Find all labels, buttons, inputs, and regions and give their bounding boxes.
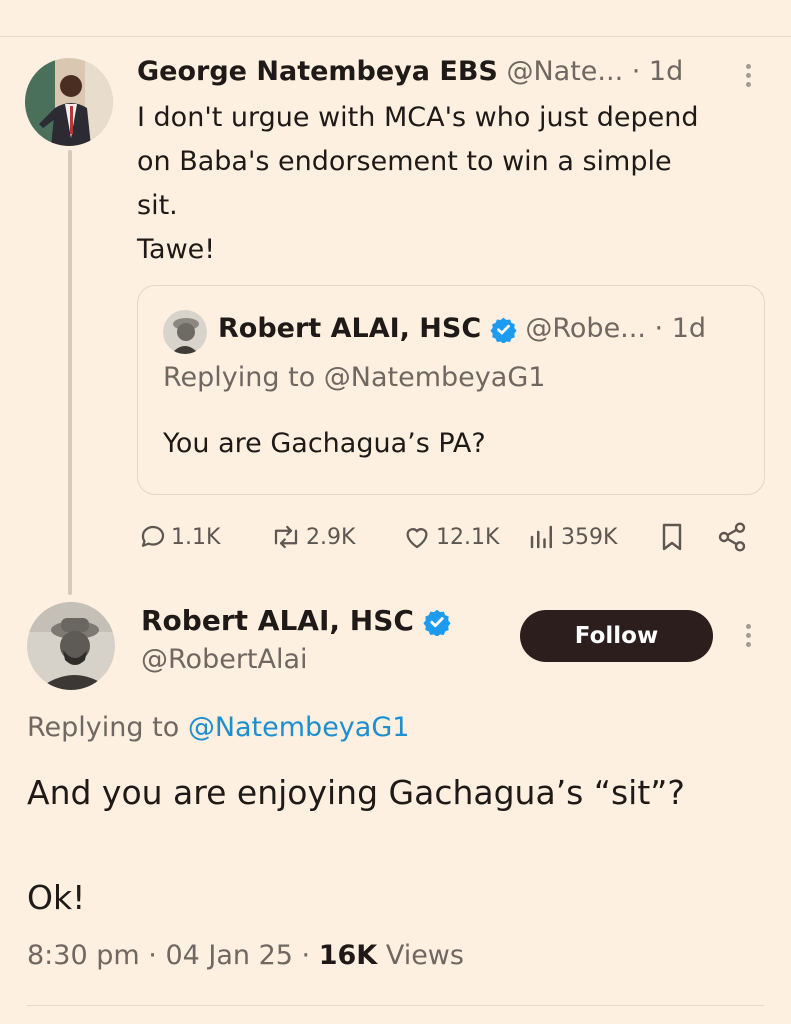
like-count: 12.1K <box>436 524 500 550</box>
main-author-name[interactable]: Robert ALAI, HSC <box>141 604 414 637</box>
meta-separator: · <box>148 940 157 971</box>
views-count-main[interactable]: 16K <box>319 940 378 971</box>
thread-connector <box>68 150 72 595</box>
quoted-author-name[interactable]: Robert ALAI, HSC <box>218 313 481 344</box>
tweet-date[interactable]: 04 Jan 25 <box>165 940 293 971</box>
tweet-line: I don't urgue with MCA's who just depend <box>137 102 699 133</box>
quoted-tweet-header: Robert ALAI, HSC @Robe... · 1d <box>218 313 706 344</box>
avatar-george[interactable] <box>25 58 113 146</box>
first-tweet-header: George Natembeya EBS @Nate... · 1d <box>137 56 683 87</box>
bookmark-icon <box>662 523 682 551</box>
more-icon[interactable] <box>743 64 753 87</box>
verified-icon <box>490 317 517 343</box>
repost-button[interactable]: 2.9K <box>268 519 355 555</box>
bottom-divider <box>27 1005 764 1006</box>
quoted-time[interactable]: · 1d <box>655 313 706 344</box>
repost-count: 2.9K <box>306 524 356 550</box>
views-label: Views <box>385 940 464 971</box>
main-author-row: Robert ALAI, HSC <box>141 604 451 637</box>
quoted-handle[interactable]: @Robe... <box>525 313 646 344</box>
avatar-robert-small <box>163 310 207 354</box>
follow-button[interactable]: Follow <box>520 610 713 662</box>
tweet-meta: 8:30 pm · 04 Jan 25 · 16K Views <box>27 940 464 971</box>
tweet-line: on Baba's endorsement to win a simple <box>137 146 672 177</box>
quoted-replying-to: Replying to @NatembeyaG1 <box>163 362 546 393</box>
reply-icon <box>141 525 165 547</box>
main-tweet-line1: And you are enjoying Gachagua’s “sit”? <box>27 773 685 812</box>
like-button[interactable]: 12.1K <box>400 519 499 555</box>
replying-handle-link[interactable]: @NatembeyaG1 <box>188 712 410 743</box>
author-handle[interactable]: @Nate... <box>506 56 623 87</box>
main-author-handle[interactable]: @RobertAlai <box>141 644 308 675</box>
tweet-timestamp[interactable]: 8:30 pm <box>27 940 140 971</box>
reply-button[interactable]: 1.1K <box>137 519 220 555</box>
views-icon <box>530 525 552 549</box>
tweet-line: Tawe! <box>137 234 216 265</box>
tweet-line: sit. <box>137 190 178 221</box>
meta-separator: · <box>301 940 311 971</box>
top-divider <box>0 36 791 37</box>
first-tweet-text: I don't urgue with MCA's who just depend… <box>137 96 699 272</box>
share-icon <box>718 522 746 552</box>
repost-icon <box>274 525 298 549</box>
bookmark-button[interactable] <box>656 519 690 555</box>
like-icon <box>406 528 428 549</box>
author-name[interactable]: George Natembeya EBS <box>137 56 498 87</box>
avatar-robert[interactable] <box>27 602 115 690</box>
tweet-time[interactable]: · 1d <box>632 56 683 87</box>
reply-count: 1.1K <box>171 524 221 550</box>
share-button[interactable] <box>716 519 750 555</box>
main-replying-to: Replying to @NatembeyaG1 <box>27 712 409 743</box>
quoted-text: You are Gachagua’s PA? <box>163 428 486 459</box>
main-tweet-line2: Ok! <box>27 878 86 917</box>
replying-prefix: Replying to <box>27 712 188 743</box>
more-icon[interactable] <box>743 624 753 647</box>
verified-icon <box>423 609 451 636</box>
views-count: 359K <box>561 524 618 550</box>
views-button[interactable]: 359K <box>525 519 617 555</box>
